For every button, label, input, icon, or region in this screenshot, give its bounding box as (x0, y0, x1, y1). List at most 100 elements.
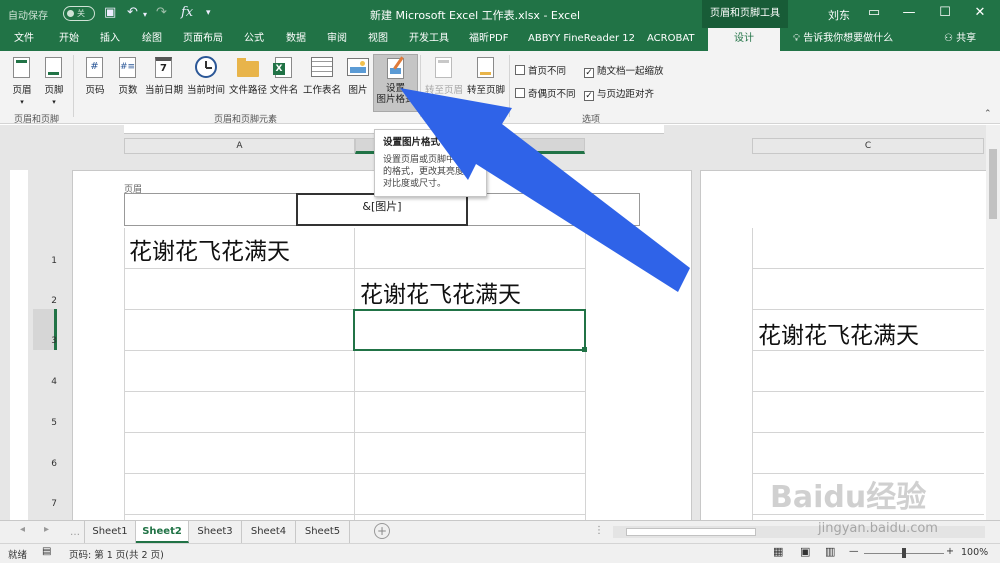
tab-acrobat[interactable]: ACROBAT (647, 28, 695, 51)
picture-label: 图片 (348, 85, 368, 96)
share-button[interactable]: ⚇ 共享 (944, 28, 976, 50)
more-sheets-icon[interactable]: … (70, 527, 80, 538)
ribbon: 页眉 ▾ 页脚 ▾ # 页码 #≡ 页数 7 当前日期 当前时间 文件路径 X 文件… (0, 51, 1000, 125)
tell-me-search[interactable]: 💡︎ 告诉我你想要做什么 (793, 28, 893, 50)
hscroll-thumb[interactable] (626, 528, 756, 536)
format-picture-button[interactable]: 设置 图片格式 (373, 54, 418, 112)
undo-dropdown-icon[interactable]: ▾ (143, 10, 147, 19)
vertical-ruler (10, 170, 28, 520)
page-count-button[interactable]: #≡ 页数 (113, 55, 143, 101)
macro-record-icon[interactable]: ▤ (42, 546, 51, 557)
column-header-c[interactable]: C (752, 138, 984, 154)
row-header-1[interactable]: 1 (33, 256, 57, 266)
row-header-7[interactable]: 7 (33, 499, 57, 509)
align-with-margins-checkbox[interactable]: ✓ 与页边距对齐 (584, 86, 654, 101)
user-name[interactable]: 刘东 (828, 7, 850, 23)
share-icon: ⚇ (944, 33, 957, 44)
header-center-field[interactable]: &[图片] (296, 193, 468, 226)
sheet-tab-4[interactable]: Sheet4 (242, 521, 296, 543)
active-cell-b3[interactable] (353, 309, 586, 351)
page-break-view-icon[interactable]: ▥ (825, 545, 835, 558)
tab-review[interactable]: 审阅 (327, 28, 347, 51)
ribbon-separator (73, 55, 74, 117)
picture-icon (347, 55, 369, 79)
zoom-slider-thumb[interactable] (902, 548, 906, 558)
sheet-tab-1[interactable]: Sheet1 (84, 521, 136, 543)
sheet-name-button[interactable]: 工作表名 (302, 55, 342, 101)
column-header-a[interactable]: A (124, 138, 355, 154)
tab-file[interactable]: 文件 (14, 28, 34, 51)
page-number-button[interactable]: # 页码 (80, 55, 110, 101)
customize-qat-icon[interactable]: ▾ (206, 8, 211, 18)
footer-button[interactable]: 页脚 ▾ (40, 55, 68, 106)
row-header-5[interactable]: 5 (33, 418, 57, 428)
scale-with-document-checkbox[interactable]: ✓ 随文档一起缩放 (584, 63, 664, 78)
close-icon[interactable]: ✕ (968, 3, 992, 23)
tab-foxit-pdf[interactable]: 福昕PDF (469, 28, 508, 51)
chevron-down-icon: ▾ (20, 98, 24, 106)
ribbon-separator (420, 55, 421, 117)
ribbon-display-icon[interactable]: ▭ (862, 3, 886, 23)
row-header-4[interactable]: 4 (33, 377, 57, 387)
tab-abbyy[interactable]: ABBYY FineReader 12 (528, 28, 635, 51)
scroll-right-icon[interactable]: ▸ (44, 524, 49, 535)
row-header-2[interactable]: 2 (33, 296, 57, 306)
tab-developer[interactable]: 开发工具 (409, 28, 449, 51)
goto-footer-button[interactable]: 转至页脚 (465, 55, 507, 101)
zoom-slider[interactable] (864, 548, 944, 558)
cell-c3-text[interactable]: 花谢花飞花满天 (758, 316, 919, 350)
picture-button[interactable]: 图片 (345, 55, 371, 101)
current-date-button[interactable]: 7 当前日期 (143, 55, 185, 101)
format-picture-icon (385, 56, 407, 80)
page-layout-view-icon[interactable]: ▣ (800, 545, 810, 558)
group-label-header-footer: 页眉和页脚 (14, 115, 60, 125)
zoom-level[interactable]: 100% (961, 547, 988, 558)
goto-header-button[interactable]: 转至页眉 (423, 55, 465, 101)
tooltip-title: 设置图片格式 (383, 137, 441, 148)
file-path-button[interactable]: 文件路径 (228, 55, 268, 101)
tab-home[interactable]: 开始 (59, 28, 79, 51)
file-name-button[interactable]: X 文件名 (268, 55, 300, 101)
cell-b2-text[interactable]: 花谢花飞花满天 (360, 275, 521, 309)
zoom-out-icon[interactable]: — (849, 546, 859, 557)
add-sheet-icon[interactable]: + (374, 523, 390, 539)
different-first-page-checkbox[interactable]: 首页不同 (515, 63, 566, 77)
autosave-toggle[interactable]: 关 (63, 6, 95, 21)
zoom-in-icon[interactable]: + (946, 546, 954, 557)
tab-view[interactable]: 视图 (368, 28, 388, 51)
normal-view-icon[interactable]: ▦ (773, 545, 783, 558)
tab-formulas[interactable]: 公式 (244, 28, 264, 51)
redo-icon[interactable]: ↷ (156, 5, 167, 20)
tab-draw[interactable]: 绘图 (142, 28, 162, 51)
tab-page-layout[interactable]: 页面布局 (183, 28, 223, 51)
checkmark-icon: ✓ (584, 91, 594, 101)
maximize-icon[interactable]: ☐ (933, 3, 957, 23)
clock-icon (195, 55, 217, 79)
tab-insert[interactable]: 插入 (100, 28, 120, 51)
tab-design[interactable]: 设计 (708, 28, 780, 51)
fill-handle[interactable] (582, 347, 587, 352)
page-number-label: 页码 (85, 85, 105, 96)
header-button[interactable]: 页眉 ▾ (8, 55, 36, 106)
context-tab-label: 页眉和页脚工具 (702, 0, 788, 28)
collapse-ribbon-icon[interactable]: ⌃ (984, 109, 992, 119)
undo-icon[interactable]: ↶ (127, 5, 138, 20)
row-header-6[interactable]: 6 (33, 459, 57, 469)
sheet-tab-5[interactable]: Sheet5 (296, 521, 350, 543)
vertical-scrollbar[interactable] (986, 125, 1000, 520)
scroll-left-icon[interactable]: ◂ (20, 524, 25, 535)
save-icon[interactable]: ▣ (104, 5, 116, 20)
calendar-icon: 7 (153, 55, 175, 79)
checkbox-unchecked-icon (515, 65, 525, 75)
scrollbar-thumb[interactable] (989, 149, 997, 219)
minimize-icon[interactable]: — (897, 3, 921, 23)
sheet-tab-2[interactable]: Sheet2 (136, 521, 189, 543)
tab-data[interactable]: 数据 (286, 28, 306, 51)
current-time-button[interactable]: 当前时间 (186, 55, 226, 101)
row-header-3[interactable]: 3 (33, 336, 57, 346)
different-odd-even-checkbox[interactable]: 奇偶页不同 (515, 86, 576, 100)
split-handle-icon[interactable]: ⋮ (594, 525, 604, 536)
sheet-tab-3[interactable]: Sheet3 (189, 521, 242, 543)
function-icon[interactable]: fx (181, 5, 193, 20)
cell-a1-text[interactable]: 花谢花飞花满天 (129, 232, 290, 266)
